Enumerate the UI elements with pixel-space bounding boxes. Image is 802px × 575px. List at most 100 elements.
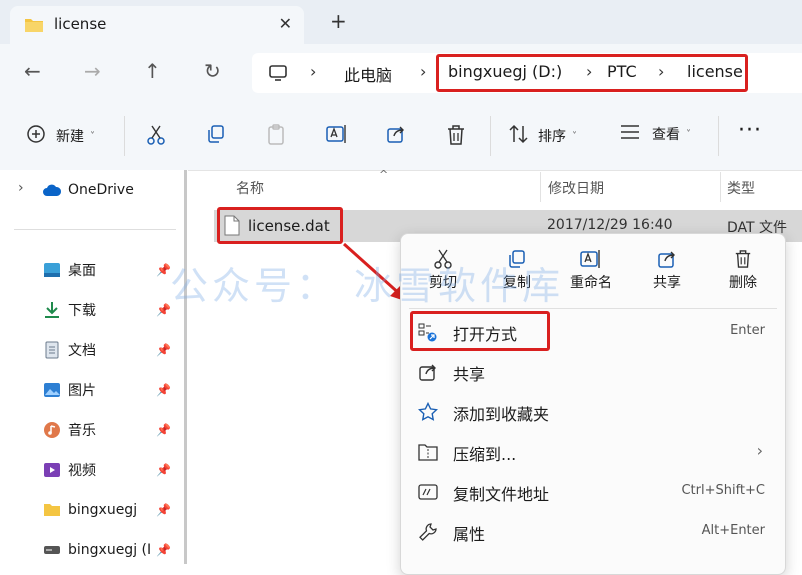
column-divider[interactable] (540, 172, 541, 202)
delete-icon (713, 246, 773, 272)
pin-icon[interactable]: 📌 (156, 263, 171, 277)
copy-label: 复制 (503, 275, 531, 291)
menu-item-compress-to[interactable]: 压缩到... › (401, 434, 785, 470)
pin-icon[interactable]: 📌 (156, 303, 171, 317)
pin-icon[interactable]: 📌 (156, 423, 171, 437)
sort-button[interactable]: 排序 ˅ (508, 124, 577, 148)
navigation-pane: › OneDrive 桌面 📌 下载 📌 文档 📌 图片 📌 音乐 📌 视频 📌… (0, 170, 188, 564)
plus-circle-icon (26, 124, 46, 148)
view-label: 查看 (652, 127, 680, 143)
music-icon (42, 420, 62, 440)
sidebar-item-onedrive[interactable]: OneDrive (42, 179, 134, 201)
more-options-icon[interactable]: ··· (738, 118, 762, 143)
column-header-type[interactable]: 类型 (727, 178, 755, 198)
new-tab-button[interactable]: + (330, 9, 347, 33)
pin-icon[interactable]: 📌 (156, 343, 171, 357)
cloud-icon (42, 180, 62, 200)
share-icon (637, 246, 697, 272)
command-bar: 新建 ˅ 排序 ˅ 查看 ˅ ··· (0, 102, 802, 171)
sidebar-item-bingxuegj-folder[interactable]: bingxuegj (42, 499, 137, 521)
chevron-right-icon: › (310, 62, 317, 81)
sidebar-label: OneDrive (68, 182, 134, 198)
view-list-icon (620, 124, 640, 144)
menu-item-share[interactable]: 共享 (401, 354, 785, 390)
view-button[interactable]: 查看 ˅ (620, 124, 691, 144)
breadcrumb-this-pc[interactable]: 此电脑 (344, 62, 392, 86)
pin-icon[interactable]: 📌 (156, 463, 171, 477)
video-icon (42, 460, 62, 480)
sidebar-item-videos[interactable]: 视频 (42, 459, 96, 481)
share-button[interactable]: 共享 (637, 246, 697, 292)
sidebar-label: bingxuegj (I (68, 542, 152, 558)
sort-label: 排序 (538, 129, 566, 145)
column-header-name[interactable]: 名称 (236, 178, 264, 198)
column-header-row: 名称 ^ 修改日期 类型 (196, 168, 802, 204)
delete-button[interactable]: 删除 (713, 246, 773, 292)
cut-button[interactable]: 剪切 (413, 246, 473, 292)
column-header-modified[interactable]: 修改日期 (548, 178, 604, 198)
column-divider[interactable] (720, 172, 721, 202)
sidebar-item-downloads[interactable]: 下载 (42, 299, 96, 321)
quick-actions: 剪切 复制 重命名 共享 删除 (401, 234, 785, 308)
pin-icon[interactable]: 📌 (156, 543, 171, 557)
new-button[interactable]: 新建 ˅ (26, 124, 95, 148)
paste-icon[interactable] (266, 124, 286, 146)
sidebar-label: bingxuegj (68, 502, 138, 518)
menu-item-copy-path[interactable]: 复制文件地址 Ctrl+Shift+C (401, 474, 785, 510)
sidebar-item-bingxuegj-drive[interactable]: bingxuegj (I (42, 539, 151, 561)
zip-folder-icon (417, 441, 439, 463)
delete-icon[interactable] (446, 124, 466, 146)
chevron-down-icon: ˅ (686, 128, 691, 140)
wrench-icon (417, 521, 439, 543)
pin-icon[interactable]: 📌 (156, 383, 171, 397)
menu-shortcut: Ctrl+Shift+C (681, 483, 765, 498)
menu-label: 压缩到... (453, 445, 517, 464)
close-icon[interactable]: ✕ (279, 14, 292, 33)
cut-icon[interactable] (146, 124, 166, 146)
context-menu: 剪切 复制 重命名 共享 删除 打开方式 Enter 共享 添加到收藏夹 压缩到… (400, 233, 786, 575)
navigation-bar: ← → ↑ ↻ › 此电脑 › bingxuegj (D:) › PTC › l… (0, 44, 802, 102)
forward-arrow-icon[interactable]: → (84, 59, 101, 83)
menu-item-properties[interactable]: 属性 Alt+Enter (401, 514, 785, 550)
menu-item-add-to-favorites[interactable]: 添加到收藏夹 (401, 394, 785, 430)
copy-icon (487, 246, 547, 272)
sort-ascending-icon: ^ (379, 168, 389, 181)
delete-label: 删除 (729, 275, 757, 291)
download-icon (42, 300, 62, 320)
sidebar-item-documents[interactable]: 文档 (42, 339, 96, 361)
pin-icon[interactable]: 📌 (156, 503, 171, 517)
chevron-right-icon: › (420, 62, 427, 81)
sidebar-item-desktop[interactable]: 桌面 (42, 259, 96, 281)
sidebar-label: 视频 (68, 463, 96, 479)
menu-label: 共享 (453, 365, 486, 384)
menu-label: 属性 (453, 525, 486, 544)
back-arrow-icon[interactable]: ← (24, 59, 41, 83)
refresh-icon[interactable]: ↻ (204, 59, 221, 83)
toolbar-divider (718, 116, 719, 156)
sidebar-item-music[interactable]: 音乐 (42, 419, 96, 441)
folder-icon (42, 500, 62, 520)
up-arrow-icon[interactable]: ↑ (144, 59, 161, 83)
chevron-down-icon: ˅ (572, 130, 577, 142)
toolbar-divider (124, 116, 125, 156)
sidebar-label: 音乐 (68, 423, 96, 439)
rename-label: 重命名 (570, 275, 612, 291)
rename-button[interactable]: 重命名 (561, 246, 621, 292)
rename-icon (561, 246, 621, 272)
sort-icon (508, 124, 530, 148)
cut-label: 剪切 (429, 275, 457, 291)
copy-button[interactable]: 复制 (487, 246, 547, 292)
open-with-highlight-box (410, 311, 550, 351)
tab-license[interactable]: license ✕ (10, 6, 304, 44)
rename-icon[interactable] (326, 124, 348, 144)
chevron-right-icon[interactable]: › (18, 180, 24, 196)
menu-shortcut: Enter (730, 323, 765, 338)
cut-icon (413, 246, 473, 272)
share-icon[interactable] (386, 124, 406, 144)
desktop-icon (42, 260, 62, 280)
new-label: 新建 (56, 129, 84, 145)
star-icon (417, 401, 439, 423)
copy-icon[interactable] (206, 124, 226, 144)
sidebar-scrollbar[interactable] (184, 170, 187, 564)
sidebar-item-pictures[interactable]: 图片 (42, 379, 96, 401)
